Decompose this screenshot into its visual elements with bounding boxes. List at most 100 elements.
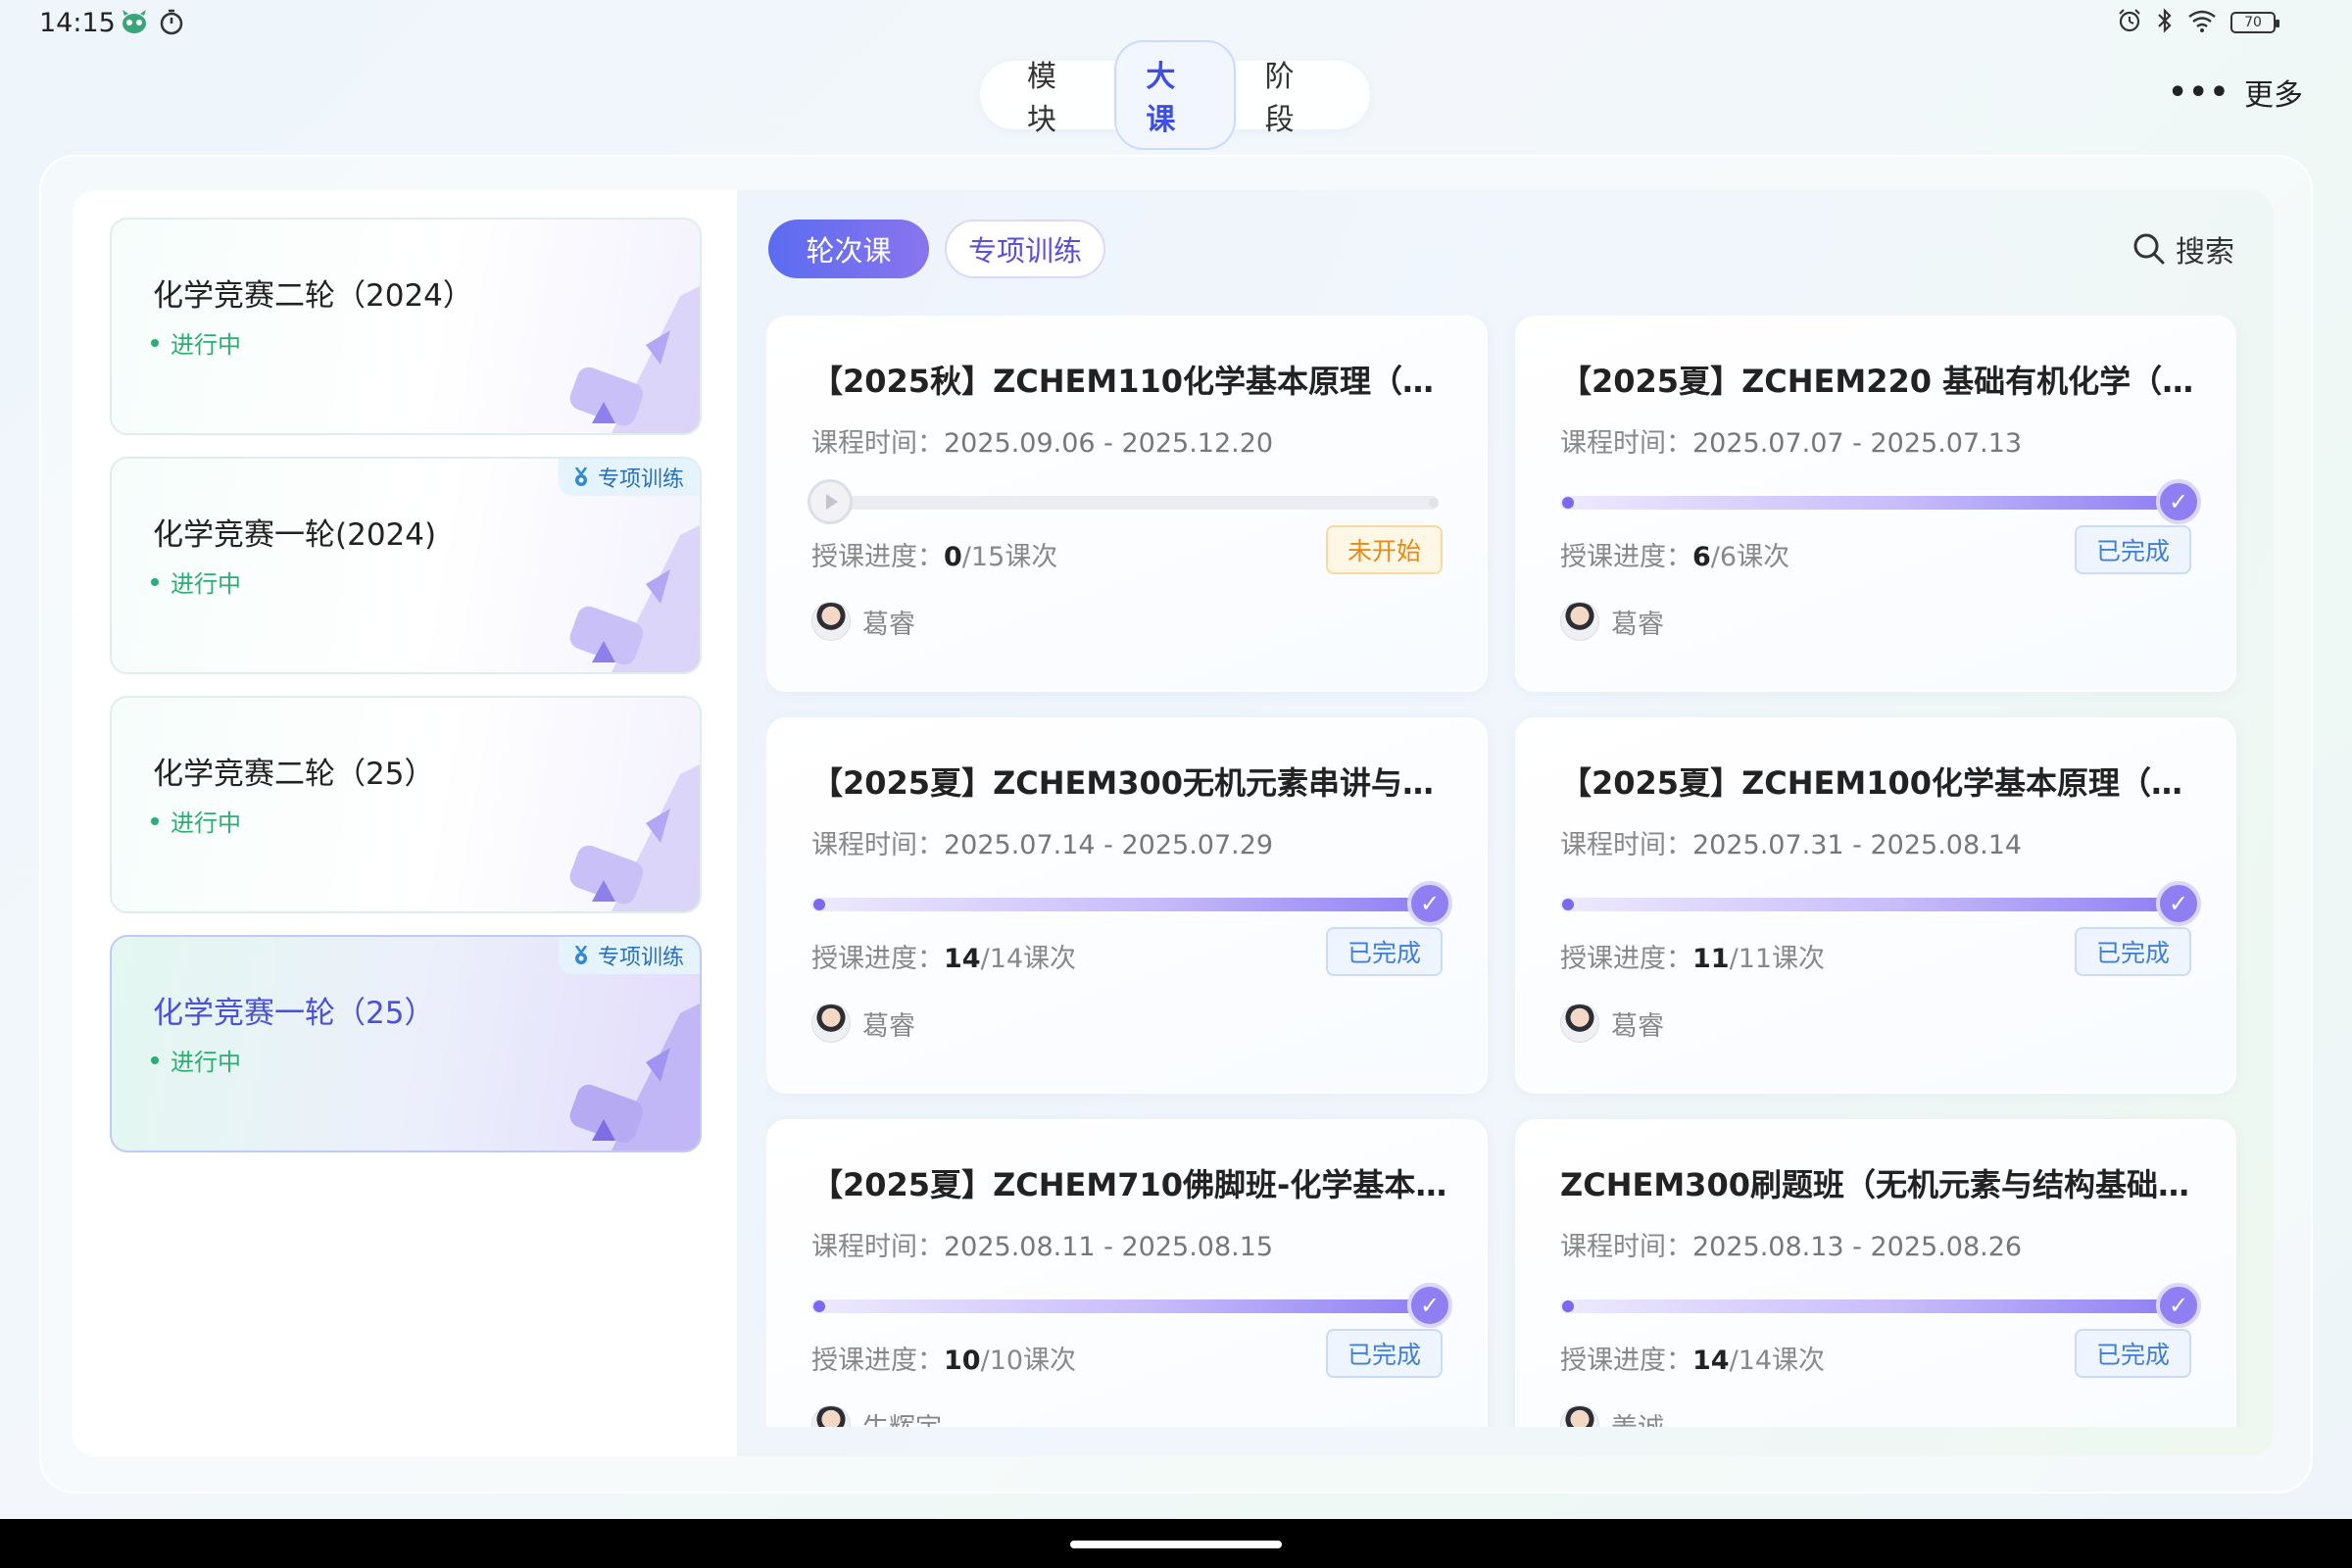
tab-special-training[interactable]: 专项训练	[945, 220, 1105, 278]
lesson-progress: 授课进度：14/14课次	[1560, 1346, 1826, 1376]
stopwatch-icon	[159, 8, 184, 39]
tab-round-course[interactable]: 轮次课	[768, 220, 929, 278]
home-gesture-handle[interactable]	[1070, 1541, 1282, 1548]
search-icon	[2133, 233, 2165, 265]
bluetooth-icon	[2156, 8, 2174, 37]
lesson-progress: 授课进度：11/11课次	[1560, 944, 1826, 974]
status-badge: 已完成	[2074, 525, 2191, 574]
progress-label: 授课进度：	[1560, 944, 1692, 974]
progress-start-dot	[1562, 899, 1574, 910]
teacher-info: 葛睿	[1560, 1004, 1664, 1043]
course-group-card-selected[interactable]: 专项训练 化学竞赛一轮（25） 进行中	[110, 935, 702, 1152]
course-time: 课程时间：2025.07.14 - 2025.07.29	[811, 823, 1273, 861]
progress-done: 6	[1692, 542, 1711, 572]
progress-fill	[811, 1299, 1439, 1313]
course-card[interactable]: ZCHEM300刷题班（无机元素与结构基础书… 课程时间：2025.08.13 …	[1515, 1119, 2236, 1427]
tab-big-course[interactable]: 大课	[1114, 40, 1236, 150]
course-group-card[interactable]: 专项训练 化学竞赛一轮(2024) 进行中	[110, 457, 702, 674]
teacher-name: 牛辉宇	[862, 1406, 942, 1428]
course-card[interactable]: 【2025秋】ZCHEM110化学基本原理（下） 课程时间：2025.09.06…	[766, 316, 1488, 692]
play-icon	[808, 479, 853, 524]
progress-done: 10	[944, 1346, 981, 1376]
course-card[interactable]: 【2025夏】ZCHEM300无机元素串讲与结构… 课程时间：2025.07.1…	[766, 717, 1488, 1094]
check-icon: ✓	[1407, 1283, 1452, 1328]
progress-done: 0	[944, 542, 962, 572]
time-label: 课程时间：	[1560, 830, 1692, 860]
course-title: 【2025夏】ZCHEM710佛脚班-化学基本原理	[811, 1166, 1458, 1203]
teacher-name: 姜诚	[1611, 1406, 1664, 1428]
course-card[interactable]: 【2025夏】ZCHEM710佛脚班-化学基本原理 课程时间：2025.08.1…	[766, 1119, 1488, 1427]
tab-stage[interactable]: 阶段	[1236, 42, 1352, 148]
avatar	[811, 1004, 851, 1043]
more-button[interactable]: ••• 更多	[2168, 71, 2303, 114]
progress-label: 授课进度：	[811, 944, 944, 974]
teacher-info: 姜诚	[1560, 1405, 1664, 1427]
flask-deco-icon	[569, 525, 700, 672]
time-value: 2025.08.11 - 2025.08.15	[944, 1232, 1274, 1262]
progress-unit: 课次	[1772, 1346, 1826, 1376]
progress-unit: 课次	[1772, 944, 1826, 974]
course-card[interactable]: 【2025夏】ZCHEM220 基础有机化学（下） 课程时间：2025.07.0…	[1515, 316, 2236, 692]
badge-label: 专项训练	[597, 467, 684, 492]
course-group-card[interactable]: 化学竞赛二轮（25） 进行中	[110, 696, 702, 913]
main-panel: 化学竞赛二轮（2024） 进行中 专项训练 化学竞赛一轮(2024) 进行中 化…	[73, 190, 2274, 1456]
progress-total: 11	[1738, 944, 1773, 974]
system-nav-bar	[0, 1519, 2352, 1568]
progress-total: 14	[1738, 1346, 1773, 1376]
course-group-status: 进行中	[151, 564, 241, 599]
progress-fill	[1560, 898, 2187, 911]
progress-bar: ✓	[811, 881, 1452, 926]
check-icon: ✓	[2156, 1283, 2201, 1328]
time-value: 2025.07.07 - 2025.07.13	[1692, 428, 2023, 459]
status-time: 14:15	[39, 8, 116, 38]
status-dot	[151, 816, 159, 825]
progress-bar: ✓	[1560, 479, 2201, 524]
status-badge: 已完成	[1325, 1329, 1443, 1378]
status-dot	[151, 338, 159, 347]
progress-total: 10	[989, 1346, 1024, 1376]
status-text: 进行中	[171, 809, 241, 837]
tab-module[interactable]: 模块	[998, 42, 1114, 148]
course-group-title: 化学竞赛二轮（2024）	[153, 278, 473, 314]
avatar	[811, 602, 851, 641]
teacher-name: 葛睿	[862, 1010, 915, 1042]
course-list-area: 轮次课 专项训练 搜索 【2025秋】ZCHEM110化学基本原理（下） 课程时…	[737, 190, 2274, 1456]
check-icon: ✓	[2156, 881, 2201, 926]
progress-done: 14	[944, 944, 981, 974]
teacher-info: 葛睿	[811, 602, 915, 641]
teacher-info: 葛睿	[1560, 602, 1664, 641]
progress-end-dot	[1429, 498, 1439, 508]
progress-bar: ✓	[811, 1283, 1452, 1328]
more-dots-icon: •••	[2168, 74, 2230, 110]
progress-start-dot	[813, 1300, 825, 1312]
status-text: 进行中	[171, 1049, 241, 1076]
course-group-card[interactable]: 化学竞赛二轮（2024） 进行中	[110, 218, 702, 435]
status-text: 进行中	[171, 570, 241, 598]
search-button[interactable]: 搜索	[2132, 227, 2234, 270]
progress-unit: 课次	[1737, 542, 1790, 572]
course-group-status: 进行中	[151, 325, 241, 360]
status-badge: 未开始	[1325, 525, 1443, 574]
flask-deco-icon	[569, 1004, 700, 1151]
status-dot	[151, 1055, 159, 1064]
progress-label: 授课进度：	[1560, 1346, 1692, 1376]
progress-bar	[808, 479, 1439, 524]
flask-deco-icon	[569, 764, 700, 911]
check-icon: ✓	[1407, 881, 1452, 926]
progress-fill	[1560, 1299, 2187, 1313]
progress-unit: 课次	[1023, 1346, 1077, 1376]
progress-label: 授课进度：	[1560, 542, 1692, 572]
battery-icon: 70	[2230, 12, 2279, 33]
lesson-progress: 授课进度：10/10课次	[811, 1346, 1077, 1376]
time-label: 课程时间：	[811, 830, 944, 860]
search-label: 搜索	[2176, 235, 2234, 270]
progress-start-dot	[1562, 1300, 1574, 1312]
badge-label: 专项训练	[597, 946, 684, 970]
avatar	[1560, 1004, 1599, 1043]
course-group-status: 进行中	[151, 804, 241, 838]
course-card[interactable]: 【2025夏】ZCHEM100化学基本原理（上） 课程时间：2025.07.31…	[1515, 717, 2236, 1094]
status-dot	[151, 577, 159, 586]
progress-unit: 课次	[1004, 542, 1058, 572]
course-group-title: 化学竞赛一轮（25）	[153, 996, 435, 1031]
progress-label: 授课进度：	[811, 542, 944, 572]
